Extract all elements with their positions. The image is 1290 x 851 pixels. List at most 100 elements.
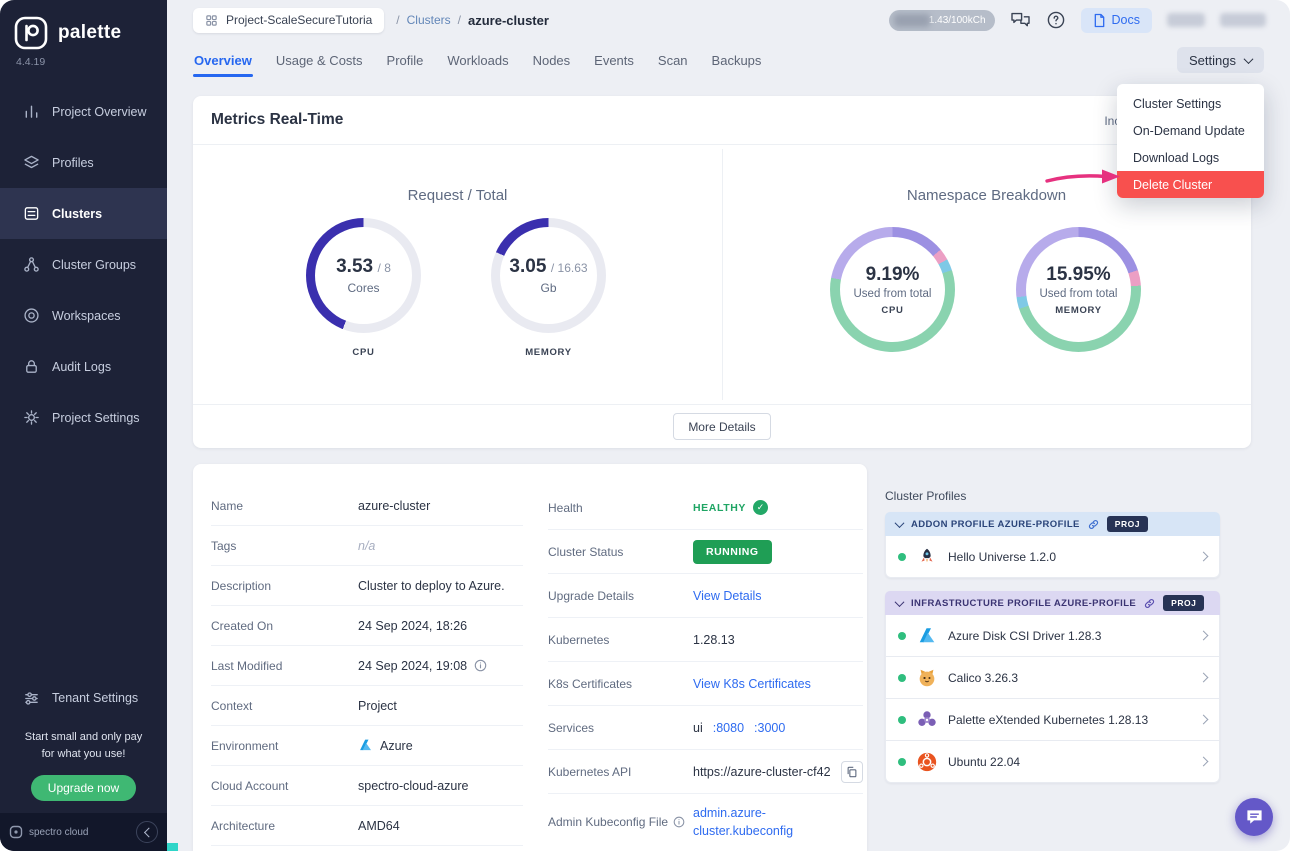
chevron-right-icon	[1198, 672, 1209, 683]
redacted-block	[893, 13, 930, 27]
view-details-link[interactable]: View Details	[693, 589, 762, 603]
chat-bubbles-icon[interactable]	[1010, 11, 1031, 29]
project-selector-chip[interactable]: Project-ScaleSecureTutoria	[193, 7, 385, 33]
profile-item-palette-extended-kubernetes[interactable]: Palette eXtended Kubernetes 1.28.13	[885, 699, 1220, 741]
info-icon[interactable]	[474, 659, 487, 672]
upgrade-now-button[interactable]: Upgrade now	[30, 775, 137, 801]
help-icon[interactable]	[1046, 10, 1066, 30]
detail-row-context: Context Project	[211, 686, 523, 726]
sidebar-item-clusters[interactable]: Clusters	[0, 188, 167, 239]
detail-value: azure-cluster	[358, 498, 431, 513]
detail-label: Name	[211, 498, 244, 513]
profile-item-azure-disk-csi[interactable]: Azure Disk CSI Driver 1.28.3	[885, 615, 1220, 657]
kubeconfig-download-link[interactable]: admin.azure-cluster.kubeconfig	[693, 804, 821, 840]
breadcrumb: / Clusters / azure-cluster	[396, 13, 549, 28]
azure-disk-icon	[915, 624, 939, 648]
profile-item-hello-universe[interactable]: Hello Universe 1.2.0	[885, 536, 1220, 578]
detail-row-description: Description Cluster to deploy to Azure.	[211, 566, 523, 606]
settings-button[interactable]: Settings	[1177, 47, 1264, 73]
detail-value: Project	[358, 698, 397, 713]
copy-button[interactable]	[841, 760, 863, 783]
service-port-link[interactable]: :3000	[754, 721, 785, 735]
addon-profile-title: ADDON PROFILE AZURE-PROFILE	[911, 518, 1080, 530]
project-chip-label: Project-ScaleSecureTutoria	[226, 13, 373, 27]
tab-overview[interactable]: Overview	[193, 42, 253, 79]
sidebar-item-label: Tenant Settings	[52, 691, 139, 705]
breadcrumb-current: azure-cluster	[468, 12, 549, 28]
addon-profile-header[interactable]: ADDON PROFILE AZURE-PROFILE PROJ	[885, 512, 1220, 536]
tab-workloads[interactable]: Workloads	[446, 42, 509, 79]
detail-value: n/a	[358, 538, 376, 553]
cluster-details-card: Name azure-cluster Tags n/a Description …	[193, 464, 867, 851]
tab-usage-costs[interactable]: Usage & Costs	[275, 42, 364, 79]
detail-row-cloud-account: Cloud Account spectro-cloud-azure	[211, 766, 523, 806]
detail-label: Context	[211, 698, 253, 713]
detail-row-name: Name azure-cluster	[211, 486, 523, 526]
pxk-icon	[915, 708, 939, 732]
status-dot	[898, 673, 906, 682]
menu-item-on-demand-update[interactable]: On-Demand Update	[1117, 117, 1264, 144]
sidebar-item-workspaces[interactable]: Workspaces	[0, 290, 167, 341]
sliders-icon	[22, 690, 40, 707]
tab-backups[interactable]: Backups	[711, 42, 763, 79]
docs-button[interactable]: Docs	[1080, 7, 1152, 33]
footer-brand-label: spectro cloud	[29, 826, 89, 838]
status-row-admin-kubeconfig: Admin Kubeconfig File admin.azure-cluste…	[548, 794, 863, 850]
tab-profile[interactable]: Profile	[386, 42, 425, 79]
sidebar-item-label: Workspaces	[52, 308, 121, 323]
status-label: Cluster Status	[548, 544, 624, 559]
memory-request-total: / 16.63	[550, 261, 588, 275]
sidebar-item-project-settings[interactable]: Project Settings	[0, 392, 167, 443]
chat-fab-button[interactable]	[1235, 798, 1273, 836]
chevron-left-icon	[143, 827, 154, 837]
sidebar-item-label: Project Settings	[52, 410, 140, 425]
chevron-down-icon	[1243, 53, 1254, 64]
menu-item-cluster-settings[interactable]: Cluster Settings	[1117, 90, 1264, 117]
detail-row-tags: Tags n/a	[211, 526, 523, 566]
breadcrumb-clusters-link[interactable]: Clusters	[407, 13, 451, 27]
sidebar-item-cluster-groups[interactable]: Cluster Groups	[0, 239, 167, 290]
profile-item-name: Calico 3.26.3	[948, 670, 1019, 685]
memory-namespace-caption: MEMORY	[1055, 304, 1102, 316]
memory-namespace-label: Used from total	[1039, 287, 1118, 300]
status-row-k8s-certificates: K8s Certificates View K8s Certificates	[548, 662, 863, 706]
clusters-icon	[22, 205, 40, 222]
info-icon[interactable]	[673, 816, 685, 828]
running-badge: RUNNING	[693, 539, 772, 564]
status-row-kubernetes-api: Kubernetes API https://azure-cluster-cf4…	[548, 750, 863, 794]
infrastructure-profile-header[interactable]: INFRASTRUCTURE PROFILE AZURE-PROFILE PRO…	[885, 591, 1220, 615]
service-port-link[interactable]: :8080	[713, 721, 744, 735]
delete-cluster-arrow-annotation	[1045, 169, 1120, 184]
profile-item-ubuntu[interactable]: Ubuntu 22.04	[885, 741, 1220, 783]
sidebar-bottom: Tenant Settings Start small and only pay…	[0, 675, 167, 851]
bar-chart-icon	[22, 103, 40, 120]
view-certificates-link[interactable]: View K8s Certificates	[693, 677, 811, 691]
sidebar: palette 4.4.19 Project Overview Profiles…	[0, 0, 167, 851]
addon-profile-group: ADDON PROFILE AZURE-PROFILE PROJ Hello U…	[885, 512, 1220, 578]
redacted-block	[1167, 13, 1205, 27]
cluster-profiles-heading: Cluster Profiles	[885, 489, 967, 503]
more-details-button[interactable]: More Details	[673, 413, 771, 440]
profile-item-calico[interactable]: Calico 3.26.3	[885, 657, 1220, 699]
profile-item-name: Hello Universe 1.2.0	[948, 549, 1057, 564]
link-icon[interactable]	[1144, 598, 1155, 609]
api-url: https://azure-cluster-cf42...	[693, 764, 831, 779]
detail-value: AMD64	[358, 818, 400, 833]
sidebar-item-profiles[interactable]: Profiles	[0, 137, 167, 188]
tab-events[interactable]: Events	[593, 42, 635, 79]
sidebar-item-project-overview[interactable]: Project Overview	[0, 86, 167, 137]
sidebar-item-audit-logs[interactable]: Audit Logs	[0, 341, 167, 392]
status-row-cluster-status: Cluster Status RUNNING	[548, 530, 863, 574]
detail-value: spectro-cloud-azure	[358, 778, 469, 793]
link-icon[interactable]	[1088, 519, 1099, 530]
tab-scan[interactable]: Scan	[657, 42, 689, 79]
infrastructure-profile-group: INFRASTRUCTURE PROFILE AZURE-PROFILE PRO…	[885, 591, 1220, 783]
metrics-footer: More Details	[193, 404, 1251, 448]
tab-nodes[interactable]: Nodes	[532, 42, 572, 79]
detail-value: 24 Sep 2024, 18:26	[358, 618, 468, 633]
sidebar-collapse-button[interactable]	[136, 821, 158, 843]
sidebar-item-tenant-settings[interactable]: Tenant Settings	[0, 675, 167, 721]
breadcrumb-separator: /	[457, 13, 461, 27]
menu-item-download-logs[interactable]: Download Logs	[1117, 144, 1264, 171]
menu-item-delete-cluster[interactable]: Delete Cluster	[1117, 171, 1264, 198]
